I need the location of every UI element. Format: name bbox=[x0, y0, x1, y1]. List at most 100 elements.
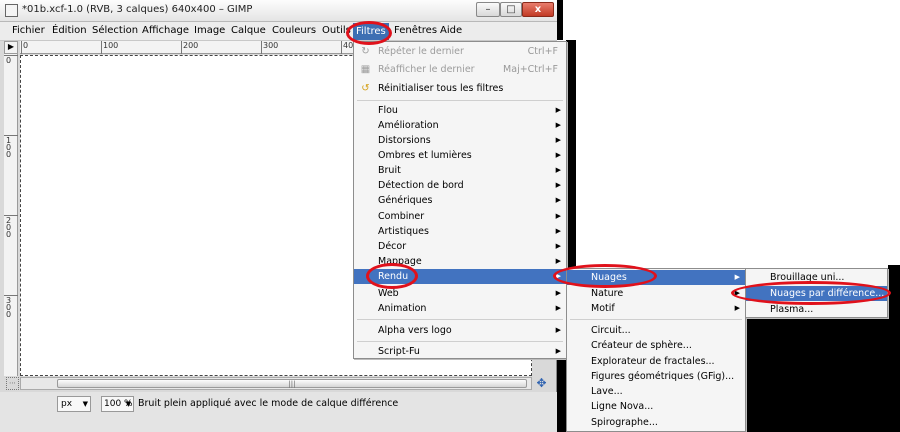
rendu-submenu: Nuages ▶ Nature ▶ Motif ▶ Circuit... Créate… bbox=[566, 268, 746, 432]
menu-item-reinitialiser[interactable]: ↺ Réinitialiser tous les filtres bbox=[354, 81, 566, 96]
menu-calque[interactable]: Calque bbox=[231, 25, 266, 36]
ruler-label: 300 bbox=[6, 296, 12, 319]
vertical-ruler[interactable]: 0 100 200 300 bbox=[4, 54, 18, 376]
navigate-icon[interactable]: ✥ bbox=[535, 377, 548, 390]
backdrop-shadow-menu bbox=[566, 40, 576, 268]
menu-item-artistiques[interactable]: Artistiques ▶ bbox=[354, 224, 566, 239]
ruler-tick bbox=[341, 41, 342, 54]
menu-item-label: Distorsions bbox=[378, 135, 431, 146]
scrollbar-thumb[interactable]: ||| bbox=[57, 379, 527, 388]
quick-mask-toggle-icon[interactable]: ⋯ bbox=[6, 377, 19, 390]
filtres-menu: ↻ Répéter le dernier Ctrl+F ▦ Réafficher… bbox=[353, 41, 567, 359]
zoom-selector[interactable]: 100 % ▼ bbox=[101, 396, 134, 412]
menu-item-bruit[interactable]: Bruit ▶ bbox=[354, 163, 566, 178]
menu-item-label: Réinitialiser tous les filtres bbox=[378, 83, 504, 94]
close-button[interactable]: x bbox=[522, 2, 554, 17]
menu-image[interactable]: Image bbox=[194, 25, 225, 36]
menu-item-label: Combiner bbox=[378, 211, 425, 222]
menu-item-combiner[interactable]: Combiner ▶ bbox=[354, 209, 566, 224]
backdrop-shadow-nuages bbox=[755, 318, 900, 432]
title-bar: *01b.xcf-1.0 (RVB, 3 calques) 640x400 – … bbox=[0, 0, 557, 22]
unit-value: px bbox=[61, 399, 73, 409]
menu-bar: Fichier Édition Sélection Affichage Imag… bbox=[0, 22, 557, 41]
menu-item-shortcut: Ctrl+F bbox=[527, 46, 558, 57]
status-message: Bruit plein appliqué avec le mode de cal… bbox=[138, 398, 399, 409]
submenu-arrow-icon: ▶ bbox=[555, 121, 561, 129]
ruler-tick bbox=[181, 41, 182, 54]
gimp-app-icon bbox=[5, 4, 18, 17]
menu-fichier[interactable]: Fichier bbox=[12, 25, 45, 36]
menu-item-explorateur-fractales[interactable]: Explorateur de fractales... bbox=[567, 354, 745, 369]
reshow-icon: ▦ bbox=[360, 64, 371, 75]
chevron-down-icon: ▼ bbox=[125, 400, 131, 408]
menu-item-label: Ombres et lumières bbox=[378, 150, 472, 161]
menu-item-ombres[interactable]: Ombres et lumières ▶ bbox=[354, 148, 566, 163]
ruler-label: 100 bbox=[103, 41, 119, 50]
maximize-button[interactable]: □ bbox=[500, 2, 522, 17]
menu-couleurs[interactable]: Couleurs bbox=[272, 25, 316, 36]
menu-item-label: Ligne Nova... bbox=[591, 401, 654, 412]
menu-item-lave[interactable]: Lave... bbox=[567, 384, 745, 399]
menu-item-label: Génériques bbox=[378, 195, 433, 206]
menu-separator bbox=[357, 319, 563, 320]
menu-item-label: Détection de bord bbox=[378, 180, 464, 191]
menu-separator bbox=[357, 100, 563, 101]
submenu-arrow-icon: ▶ bbox=[555, 304, 561, 312]
menu-aide[interactable]: Aide bbox=[440, 25, 462, 36]
submenu-arrow-icon: ▶ bbox=[555, 326, 561, 334]
menu-item-gfig[interactable]: Figures géométriques (GFig)... bbox=[567, 369, 745, 384]
menu-item-label: Figures géométriques (GFig)... bbox=[591, 371, 735, 382]
menu-item-label: Script-Fu bbox=[378, 346, 420, 357]
ruler-label: 100 bbox=[6, 136, 12, 159]
submenu-arrow-icon: ▶ bbox=[734, 273, 740, 281]
submenu-arrow-icon: ▶ bbox=[555, 166, 561, 174]
menu-item-repeter: ↻ Répéter le dernier Ctrl+F bbox=[354, 44, 566, 59]
submenu-arrow-icon: ▶ bbox=[734, 304, 740, 312]
menu-item-label: Motif bbox=[591, 303, 615, 314]
submenu-arrow-icon: ▶ bbox=[555, 289, 561, 297]
menu-item-createur-sphere[interactable]: Créateur de sphère... bbox=[567, 338, 745, 353]
ruler-tick bbox=[21, 41, 22, 54]
menu-item-label: Explorateur de fractales... bbox=[591, 356, 715, 367]
ruler-label: 200 bbox=[6, 216, 12, 239]
submenu-arrow-icon: ▶ bbox=[555, 347, 561, 355]
menu-item-flou[interactable]: Flou ▶ bbox=[354, 103, 566, 118]
menu-item-label: Réafficher le dernier bbox=[378, 64, 475, 75]
menu-item-label: Bruit bbox=[378, 165, 401, 176]
chevron-down-icon: ▼ bbox=[82, 400, 88, 408]
menu-item-animation[interactable]: Animation ▶ bbox=[354, 301, 566, 316]
menu-item-label: Décor bbox=[378, 241, 407, 252]
horizontal-scrollbar[interactable]: ||| bbox=[20, 377, 532, 390]
menu-edition[interactable]: Édition bbox=[52, 25, 87, 36]
menu-item-shortcut: Maj+Ctrl+F bbox=[503, 64, 558, 75]
menu-affichage[interactable]: Affichage bbox=[142, 25, 189, 36]
menu-item-nature[interactable]: Nature ▶ bbox=[567, 286, 745, 301]
menu-item-script-fu[interactable]: Script-Fu ▶ bbox=[354, 344, 566, 359]
menu-fenetres[interactable]: Fenêtres bbox=[394, 25, 437, 36]
menu-item-alpha-logo[interactable]: Alpha vers logo ▶ bbox=[354, 323, 566, 338]
menu-item-label: Artistiques bbox=[378, 226, 429, 237]
menu-item-label: Alpha vers logo bbox=[378, 325, 452, 336]
menu-item-circuit[interactable]: Circuit... bbox=[567, 323, 745, 338]
menu-item-ligne-nova[interactable]: Ligne Nova... bbox=[567, 399, 745, 414]
menu-item-motif[interactable]: Motif ▶ bbox=[567, 301, 745, 316]
menu-item-label: Amélioration bbox=[378, 120, 439, 131]
ruler-corner-button[interactable]: ▶ bbox=[4, 41, 18, 54]
reset-icon: ↺ bbox=[361, 83, 370, 94]
highlight-ring-nuages-difference bbox=[731, 281, 891, 305]
menu-separator bbox=[570, 319, 742, 320]
submenu-arrow-icon: ▶ bbox=[555, 181, 561, 189]
menu-item-amelioration[interactable]: Amélioration ▶ bbox=[354, 118, 566, 133]
menu-item-generiques[interactable]: Génériques ▶ bbox=[354, 193, 566, 208]
minimize-button[interactable]: – bbox=[476, 2, 500, 17]
menu-item-spirographe[interactable]: Spirographe... bbox=[567, 415, 745, 430]
menu-selection[interactable]: Sélection bbox=[92, 25, 138, 36]
unit-selector[interactable]: px ▼ bbox=[57, 396, 91, 412]
menu-item-detection-bord[interactable]: Détection de bord ▶ bbox=[354, 178, 566, 193]
menu-item-reafficher: ▦ Réafficher le dernier Maj+Ctrl+F bbox=[354, 62, 566, 77]
menu-item-decor[interactable]: Décor ▶ bbox=[354, 239, 566, 254]
submenu-arrow-icon: ▶ bbox=[555, 212, 561, 220]
menu-item-label: Créateur de sphère... bbox=[591, 340, 692, 351]
menu-item-distorsions[interactable]: Distorsions ▶ bbox=[354, 133, 566, 148]
menu-item-label: Lave... bbox=[591, 386, 623, 397]
